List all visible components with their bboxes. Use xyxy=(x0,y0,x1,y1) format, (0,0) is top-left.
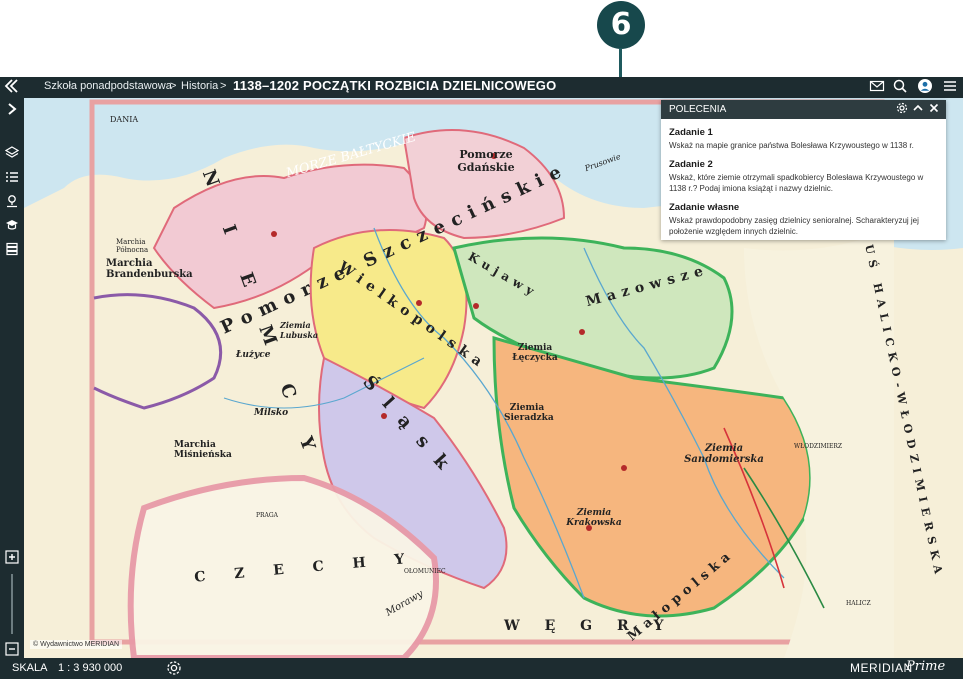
tasks-panel: POLECENIA Zadanie 1 Wskaż na mapie grani… xyxy=(661,100,946,240)
list-icon[interactable] xyxy=(3,170,21,188)
mail-icon[interactable] xyxy=(868,78,886,96)
label-marchia-misnienska: Marchia Miśnieńska xyxy=(174,440,232,460)
label-olomuniec: OŁOMUNIEC xyxy=(404,568,446,575)
task-2: Zadanie 2 Wskaż, które ziemie otrzymali … xyxy=(661,159,946,194)
breadcrumb-separator: > xyxy=(170,80,177,92)
expand-icon[interactable] xyxy=(3,102,21,120)
label-praga: PRAGA xyxy=(256,512,279,519)
label-marchia-polnocna: Marchia Północna xyxy=(116,238,149,254)
collapse-icon[interactable] xyxy=(2,78,20,96)
label-milsko: Milsko xyxy=(254,408,289,418)
user-icon[interactable] xyxy=(916,78,934,96)
label-ziemia-sandomierska: Ziemia Sandomierska xyxy=(684,443,764,465)
bottom-bar: SKALA 1 : 3 930 000 MERIDIAN Prime xyxy=(0,658,963,679)
copyright: © Wydawnictwo MERIDIAN xyxy=(30,640,122,649)
label-ziemia-leczycka: Ziemia Łęczycka xyxy=(512,343,558,363)
left-sidebar xyxy=(0,98,24,658)
callout-badge: 6 xyxy=(597,1,645,49)
task-title: Zadanie 2 xyxy=(669,159,713,170)
zoom-slider[interactable] xyxy=(11,574,13,634)
task-text: Wskaż, które ziemie otrzymali spadkobier… xyxy=(669,173,924,193)
task-3: Zadanie własne Wskaż prawdopodobny zasię… xyxy=(661,202,946,237)
scale-value: 1 : 3 930 000 xyxy=(58,662,123,674)
task-1: Zadanie 1 Wskaż na mapie granice państwa… xyxy=(661,127,946,151)
top-bar: Szkoła ponadpodstawowa > Historia > 1138… xyxy=(0,77,963,98)
search-icon[interactable] xyxy=(891,78,909,96)
label-ziemia-lubuska: Ziemia Lubuska xyxy=(280,320,319,340)
chevron-up-icon[interactable] xyxy=(912,102,924,121)
map-pin-icon[interactable] xyxy=(3,194,21,212)
label-ziemia-krakowska: Ziemia Krakowska xyxy=(566,508,622,528)
label-ziemia-sieradzka: Ziemia Sieradzka xyxy=(504,403,554,423)
breadcrumb-separator: > xyxy=(220,80,227,92)
label-wlodzimierz: WŁODZIMIERZ xyxy=(794,443,843,450)
settings-icon[interactable] xyxy=(166,660,182,681)
stack-icon[interactable] xyxy=(3,242,21,260)
settings-icon[interactable] xyxy=(896,102,908,121)
task-title: Zadanie 1 xyxy=(669,127,713,138)
close-icon[interactable] xyxy=(928,102,940,121)
school-icon[interactable] xyxy=(3,218,21,236)
label-wegry: W Ę G R Y xyxy=(504,618,674,634)
menu-icon[interactable] xyxy=(941,78,959,96)
brand-sub: Prime xyxy=(906,659,946,674)
breadcrumb-school[interactable]: Szkoła ponadpodstawowa xyxy=(44,80,172,92)
task-text: Wskaż na mapie granice państwa Bolesława… xyxy=(669,141,914,150)
breadcrumb-history[interactable]: Historia xyxy=(181,80,218,92)
label-pomorze-gdanskie: Pomorze Gdańskie xyxy=(457,148,515,174)
zoom-in-icon[interactable] xyxy=(3,550,21,568)
label-luzyce: Łużyce xyxy=(236,350,271,360)
callout-number: 6 xyxy=(610,7,632,42)
page-title: 1138–1202 POCZĄTKI ROZBICIA DZIELNICOWEG… xyxy=(233,78,557,93)
label-dania: DANIA xyxy=(110,115,139,124)
label-halicz: HALICZ xyxy=(846,600,871,607)
task-text: Wskaż prawdopodobny zasięg dzielnicy sen… xyxy=(669,216,919,236)
layers-icon[interactable] xyxy=(3,146,21,164)
brand-name: MERIDIAN xyxy=(850,661,913,675)
panel-title: POLECENIA xyxy=(669,104,727,115)
panel-header: POLECENIA xyxy=(661,100,946,119)
scale-label: SKALA xyxy=(12,662,48,674)
task-title: Zadanie własne xyxy=(669,202,740,213)
label-marchia-brandenburska: Marchia Brandenburska xyxy=(106,258,193,280)
